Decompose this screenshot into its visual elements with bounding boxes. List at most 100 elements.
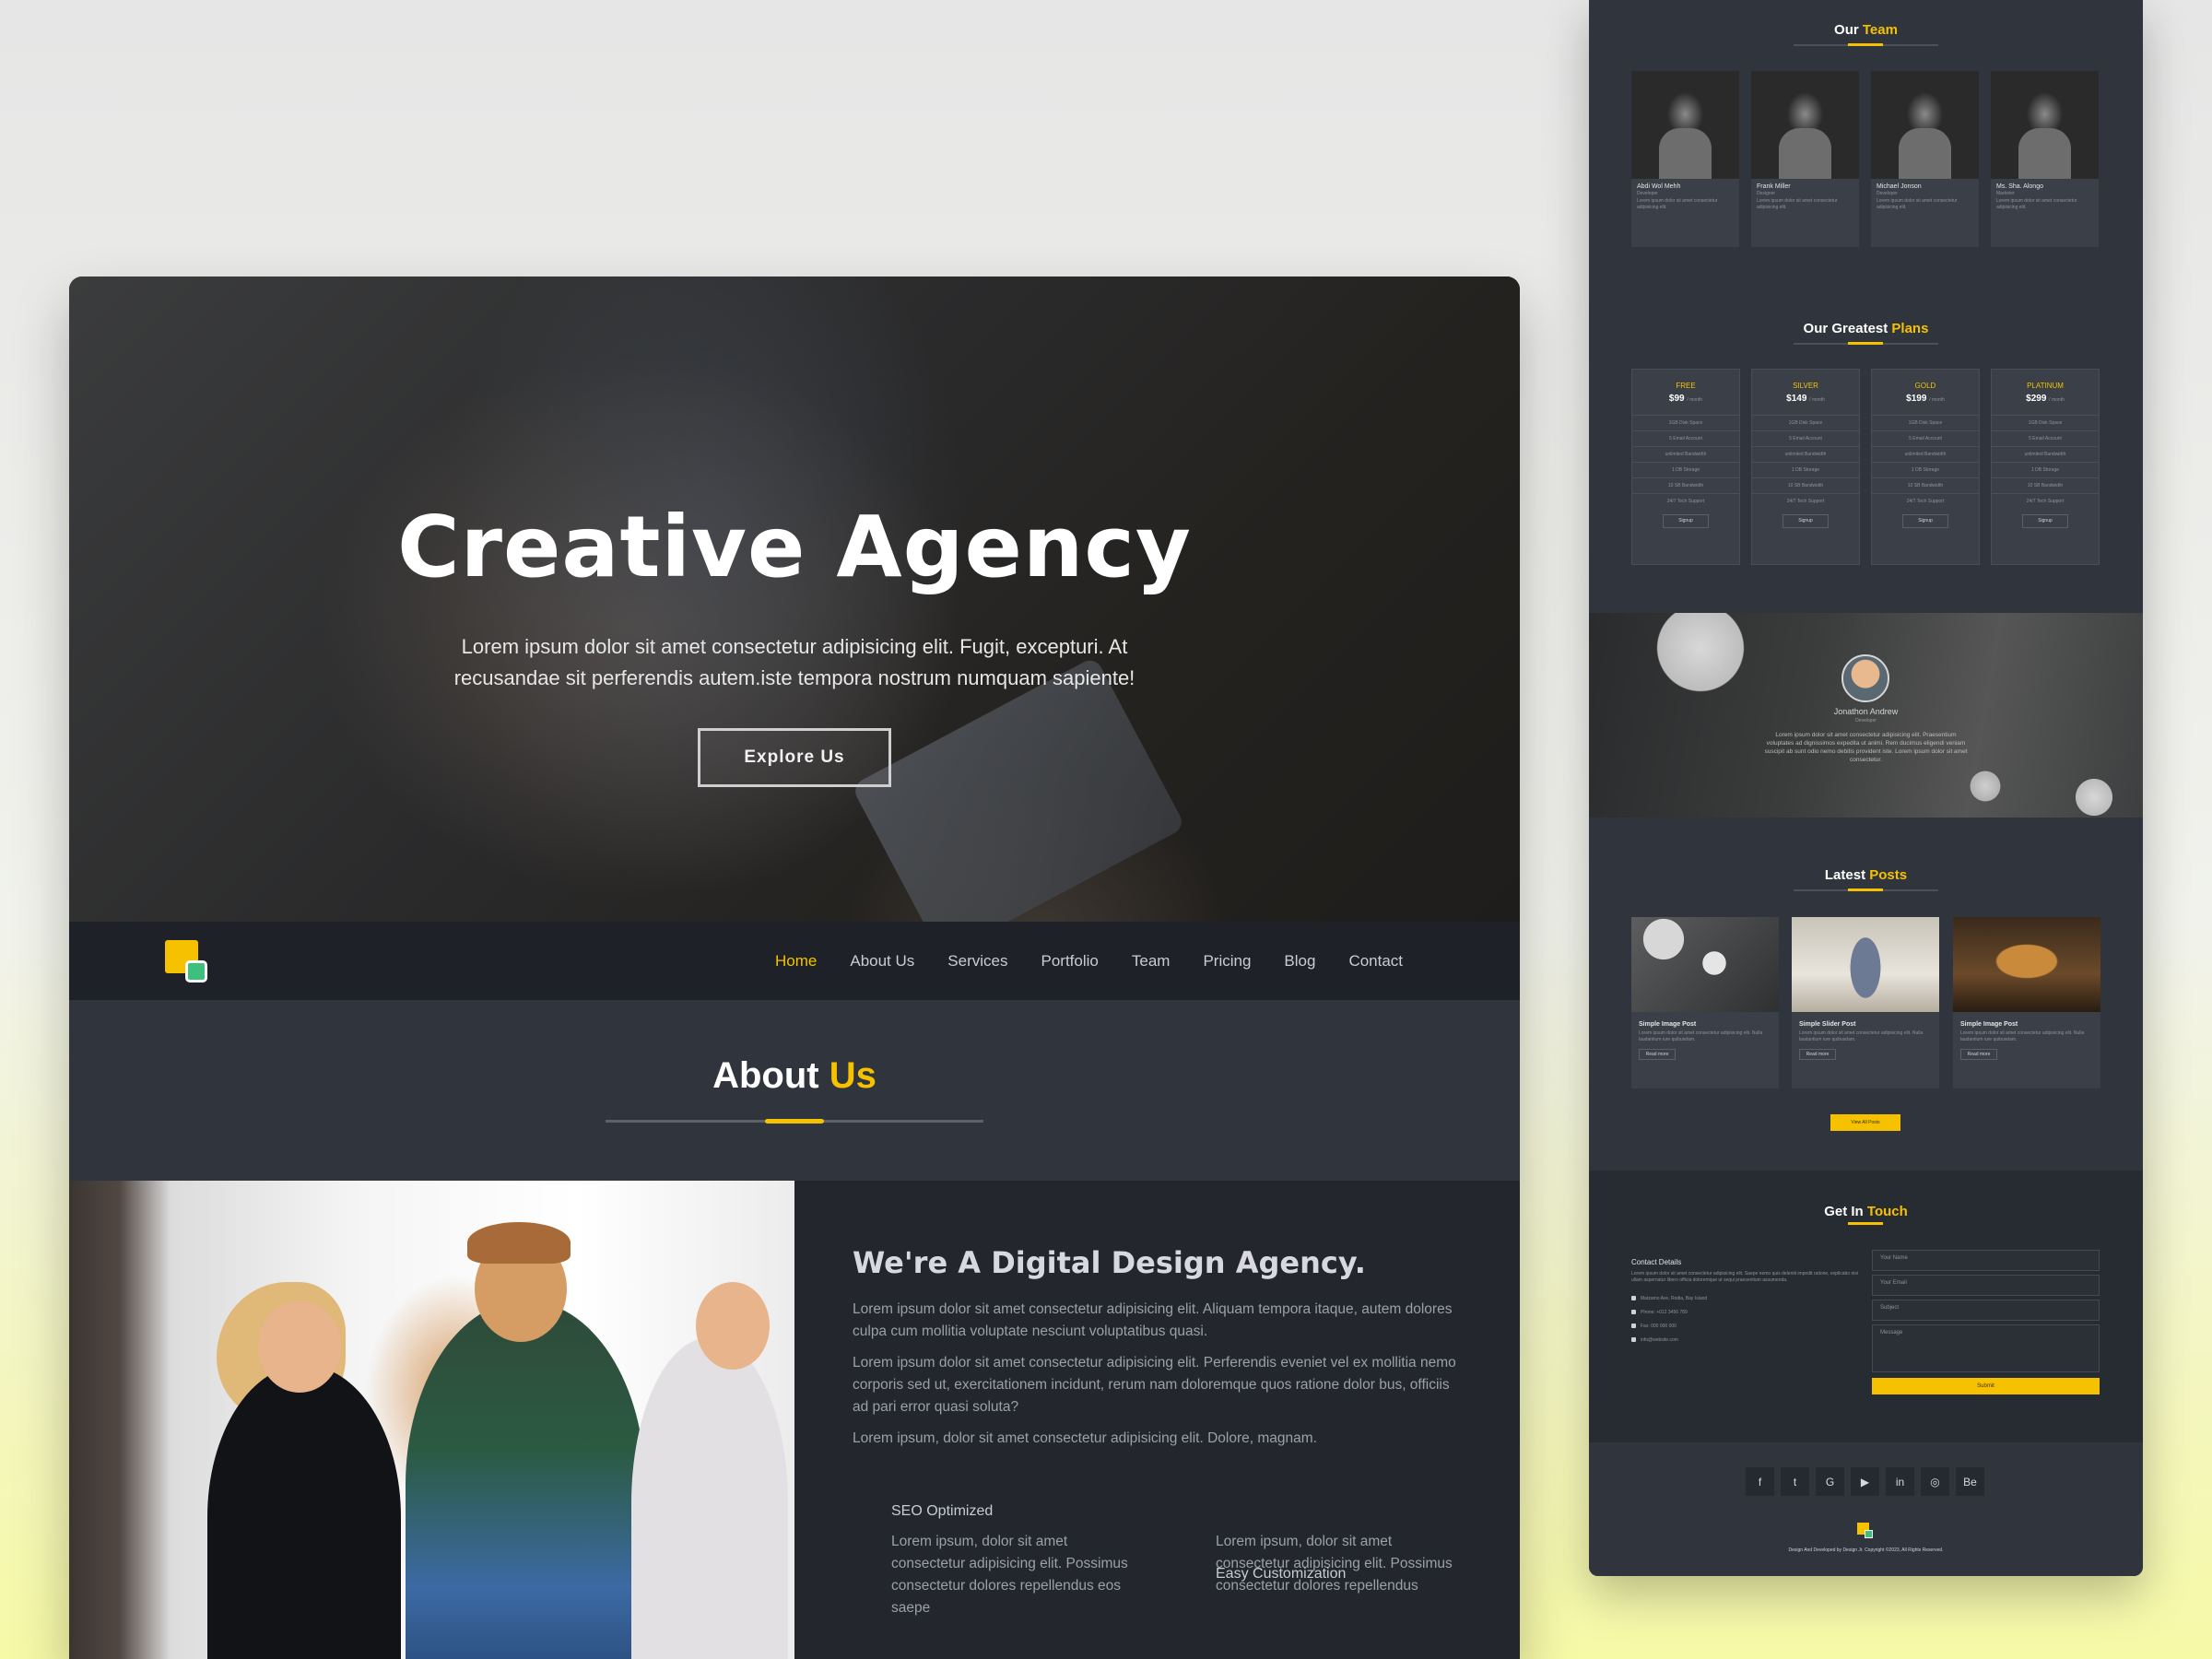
plan-price-value: $99: [1668, 394, 1685, 404]
plan-feature: 1GB Disk Space: [1752, 415, 1859, 430]
contact-title-plain: Get In: [1824, 1204, 1864, 1219]
plan-features: 1GB Disk Space 5 Email Account unlimited…: [1632, 415, 1739, 509]
signup-button[interactable]: Signup: [2022, 514, 2068, 528]
logo-icon[interactable]: [165, 940, 209, 984]
signup-button[interactable]: Signup: [1663, 514, 1709, 528]
team-title-accent: Team: [1862, 22, 1898, 38]
nav-item-contact[interactable]: Contact: [1332, 952, 1419, 971]
team-member-name: Ms. Sha. Alongo: [1996, 183, 2043, 190]
nav-item-about[interactable]: About Us: [833, 952, 931, 971]
facebook-icon[interactable]: f: [1746, 1467, 1774, 1496]
twitter-icon[interactable]: t: [1781, 1467, 1809, 1496]
plan-price-period: / month: [1687, 397, 1703, 403]
about-paragraph: Lorem ipsum, dolor sit amet consectetur …: [853, 1430, 1317, 1446]
post-card[interactable]: Simple Slider Post Lorem ipsum dolor sit…: [1792, 917, 1939, 1088]
team-card[interactable]: Frank Miller Designer Lorem ipsum dolor …: [1751, 71, 1859, 247]
footer-logo-icon[interactable]: [1857, 1523, 1874, 1539]
team-card[interactable]: Michael Jonson Developer Lorem ipsum dol…: [1871, 71, 1979, 247]
read-more-button[interactable]: Read more: [1639, 1049, 1676, 1060]
plan-feature: 1 DB Storage: [1752, 462, 1859, 477]
email-field[interactable]: Your Email: [1872, 1275, 2100, 1296]
read-more-button[interactable]: Read more: [1799, 1049, 1836, 1060]
nav-item-services[interactable]: Services: [931, 952, 1024, 971]
read-more-button[interactable]: Read more: [1960, 1049, 1997, 1060]
contact-address-text: Matzamo Ave, Rodia, Bay Island: [1641, 1295, 1708, 1301]
copyright-text: Design And Developed by Design Jr. Copyr…: [1788, 1547, 1944, 1553]
nav-item-team[interactable]: Team: [1115, 952, 1187, 971]
linkedin-icon[interactable]: in: [1886, 1467, 1914, 1496]
team-member-photo: [1631, 71, 1739, 179]
contact-email-text: info@website.com: [1641, 1336, 1678, 1343]
post-excerpt: Lorem ipsum dolor sit amet consectetur a…: [1799, 1030, 1924, 1042]
feature-title: Easy Customization: [1216, 1566, 1347, 1582]
nav-item-portfolio[interactable]: Portfolio: [1024, 952, 1114, 971]
submit-button[interactable]: Submit: [1872, 1378, 2100, 1394]
feature-text: Lorem ipsum, dolor sit amet consectetur …: [1216, 1534, 1453, 1594]
signup-button[interactable]: Signup: [1902, 514, 1948, 528]
contact-title: Get In Touch: [1589, 1204, 2143, 1219]
about-paragraph: Lorem ipsum dolor sit amet consectetur a…: [853, 1301, 1453, 1339]
contact-address: Matzamo Ave, Rodia, Bay Island: [1631, 1291, 1862, 1305]
contact-details: Contact Details Lorem ipsum dolor sit am…: [1631, 1258, 1862, 1347]
plan-feature: 1GB Disk Space: [1872, 415, 1979, 430]
about-title-accent: Us: [829, 1055, 877, 1096]
footer: f t G ▶ in ◎ Be Design And Developed by …: [1589, 1442, 2143, 1576]
about-header: About Us: [69, 1000, 1520, 1181]
features: SEO Optimized Lorem ipsum, dolor sit ame…: [891, 1503, 1500, 1632]
plan-card: SILVER $149 / month 1GB Disk Space 5 Ema…: [1751, 369, 1860, 565]
signup-button[interactable]: Signup: [1783, 514, 1829, 528]
team-card[interactable]: Abdi Wol Mehh Developer Lorem ipsum dolo…: [1631, 71, 1739, 247]
plan-feature: unlimited Bandwidth: [1752, 446, 1859, 462]
post-image: [1792, 917, 1939, 1012]
team-member-photo: [1871, 71, 1979, 179]
contact-section: Get In Touch Contact Details Lorem ipsum…: [1589, 1171, 2143, 1442]
plan-feature: 1GB Disk Space: [1992, 415, 2099, 430]
post-card[interactable]: Simple Image Post Lorem ipsum dolor sit …: [1631, 917, 1779, 1088]
plan-feature: 1GB Disk Space: [1632, 415, 1739, 430]
plan-feature: 1 DB Storage: [1872, 462, 1979, 477]
post-card[interactable]: Simple Image Post Lorem ipsum dolor sit …: [1953, 917, 2100, 1088]
team-member-bio: Lorem ipsum dolor sit amet consectetur a…: [1877, 198, 1958, 210]
plan-card: PLATINUM $299 / month 1GB Disk Space 5 E…: [1991, 369, 2100, 565]
about-team-photo: [69, 1181, 794, 1659]
plan-feature: 10 SB Bandwidth: [1752, 477, 1859, 493]
plan-name: PLATINUM: [2027, 382, 2064, 390]
team-divider-accent: [1848, 43, 1883, 46]
about-divider-accent: [765, 1119, 824, 1124]
plan-price-period: / month: [1809, 397, 1825, 403]
behance-icon[interactable]: Be: [1956, 1467, 1984, 1496]
plans-divider-accent: [1848, 342, 1883, 345]
plan-price: $99 / month: [1632, 394, 1739, 404]
explore-us-button[interactable]: Explore Us: [698, 728, 891, 787]
post-excerpt: Lorem ipsum dolor sit amet consectetur a…: [1639, 1030, 1763, 1042]
google-icon[interactable]: G: [1816, 1467, 1844, 1496]
view-all-posts-button[interactable]: View All Posts: [1830, 1114, 1900, 1131]
plans-title-accent: Plans: [1891, 321, 1929, 336]
testimonial-text: Lorem ipsum dolor sit amet consectetur a…: [1764, 732, 1968, 763]
post-excerpt: Lorem ipsum dolor sit amet consectetur a…: [1960, 1030, 2085, 1042]
contact-fax-text: Fax: 000 000 000: [1641, 1323, 1677, 1329]
dribbble-icon[interactable]: ◎: [1921, 1467, 1949, 1496]
nav-item-home[interactable]: Home: [759, 952, 833, 971]
contact-email: info@website.com: [1631, 1333, 1862, 1347]
plan-feature: 5 Email Account: [1752, 430, 1859, 446]
team-card[interactable]: Ms. Sha. Alongo Marketer Lorem ipsum dol…: [1991, 71, 2099, 247]
name-field[interactable]: Your Name: [1872, 1250, 2100, 1271]
fax-icon: [1631, 1324, 1636, 1328]
about-section: We're A Digital Design Agency. Lorem ips…: [69, 1181, 1520, 1659]
testimonial-section: Jonathon Andrew Developer Lorem ipsum do…: [1589, 613, 2143, 818]
nav-item-pricing[interactable]: Pricing: [1186, 952, 1267, 971]
nav-item-blog[interactable]: Blog: [1267, 952, 1332, 971]
plan-feature: 1 DB Storage: [1632, 462, 1739, 477]
youtube-icon[interactable]: ▶: [1851, 1467, 1879, 1496]
plan-feature: 24/7 Tech Support: [1872, 493, 1979, 509]
feature-title: SEO Optimized: [891, 1503, 994, 1519]
subject-field[interactable]: Subject: [1872, 1300, 2100, 1321]
team-member-photo: [1751, 71, 1859, 179]
plan-features: 1GB Disk Space 5 Email Account unlimited…: [1992, 415, 2099, 509]
contact-title-accent: Touch: [1866, 1204, 1908, 1219]
team-member-photo: [1991, 71, 2099, 179]
team-member-bio: Lorem ipsum dolor sit amet consectetur a…: [1757, 198, 1838, 210]
message-field[interactable]: Message: [1872, 1324, 2100, 1372]
phone-icon: [1631, 1310, 1636, 1314]
